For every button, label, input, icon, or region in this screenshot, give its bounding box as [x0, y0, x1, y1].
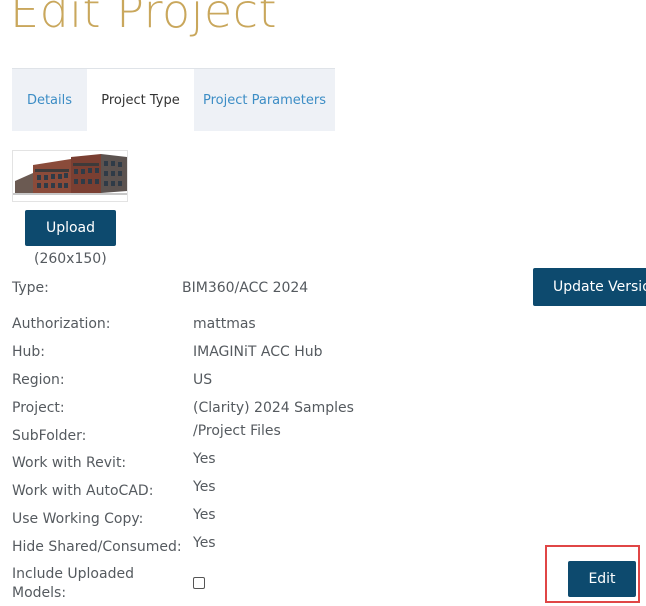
region-label: Region: [12, 372, 65, 388]
include-uploaded-models-label-line1: Include Uploaded [12, 566, 134, 582]
hide-shared-consumed-value: Yes [193, 535, 216, 551]
image-size-hint: (260x150) [34, 251, 107, 267]
subfolder-value: /Project Files [193, 423, 281, 439]
work-with-autocad-label: Work with AutoCAD: [12, 483, 154, 499]
project-label: Project: [12, 400, 65, 416]
tab-details[interactable]: Details [12, 69, 87, 131]
project-value: (Clarity) 2024 Samples [193, 400, 354, 416]
type-value: BIM360/ACC 2024 [182, 280, 309, 296]
hub-label: Hub: [12, 344, 46, 360]
type-label: Type: [12, 280, 49, 296]
include-uploaded-models-label-line2: Models: [12, 585, 67, 601]
tab-project-type[interactable]: Project Type [87, 69, 194, 131]
edit-button[interactable]: Edit [568, 561, 636, 597]
subfolder-label: SubFolder: [12, 428, 87, 444]
include-uploaded-models-checkbox[interactable] [193, 577, 205, 589]
authorization-label: Authorization: [12, 316, 111, 332]
work-with-autocad-value: Yes [193, 479, 216, 495]
page-title: Edit Project [10, 0, 278, 38]
update-version-button[interactable]: Update Versio [533, 268, 646, 306]
project-tabs: Details Project Type Project Parameters [12, 68, 335, 131]
hide-shared-consumed-label: Hide Shared/Consumed: [12, 539, 182, 555]
upload-button[interactable]: Upload [25, 210, 116, 246]
use-working-copy-value: Yes [193, 507, 216, 523]
region-value: US [193, 372, 213, 388]
work-with-revit-value: Yes [193, 451, 216, 467]
work-with-revit-label: Work with Revit: [12, 455, 127, 471]
use-working-copy-label: Use Working Copy: [12, 511, 144, 527]
project-thumbnail-image [12, 150, 128, 202]
tab-project-parameters[interactable]: Project Parameters [194, 69, 335, 131]
building-photo-icon [13, 151, 127, 201]
authorization-value: mattmas [193, 316, 256, 332]
hub-value: IMAGINiT ACC Hub [193, 344, 323, 360]
